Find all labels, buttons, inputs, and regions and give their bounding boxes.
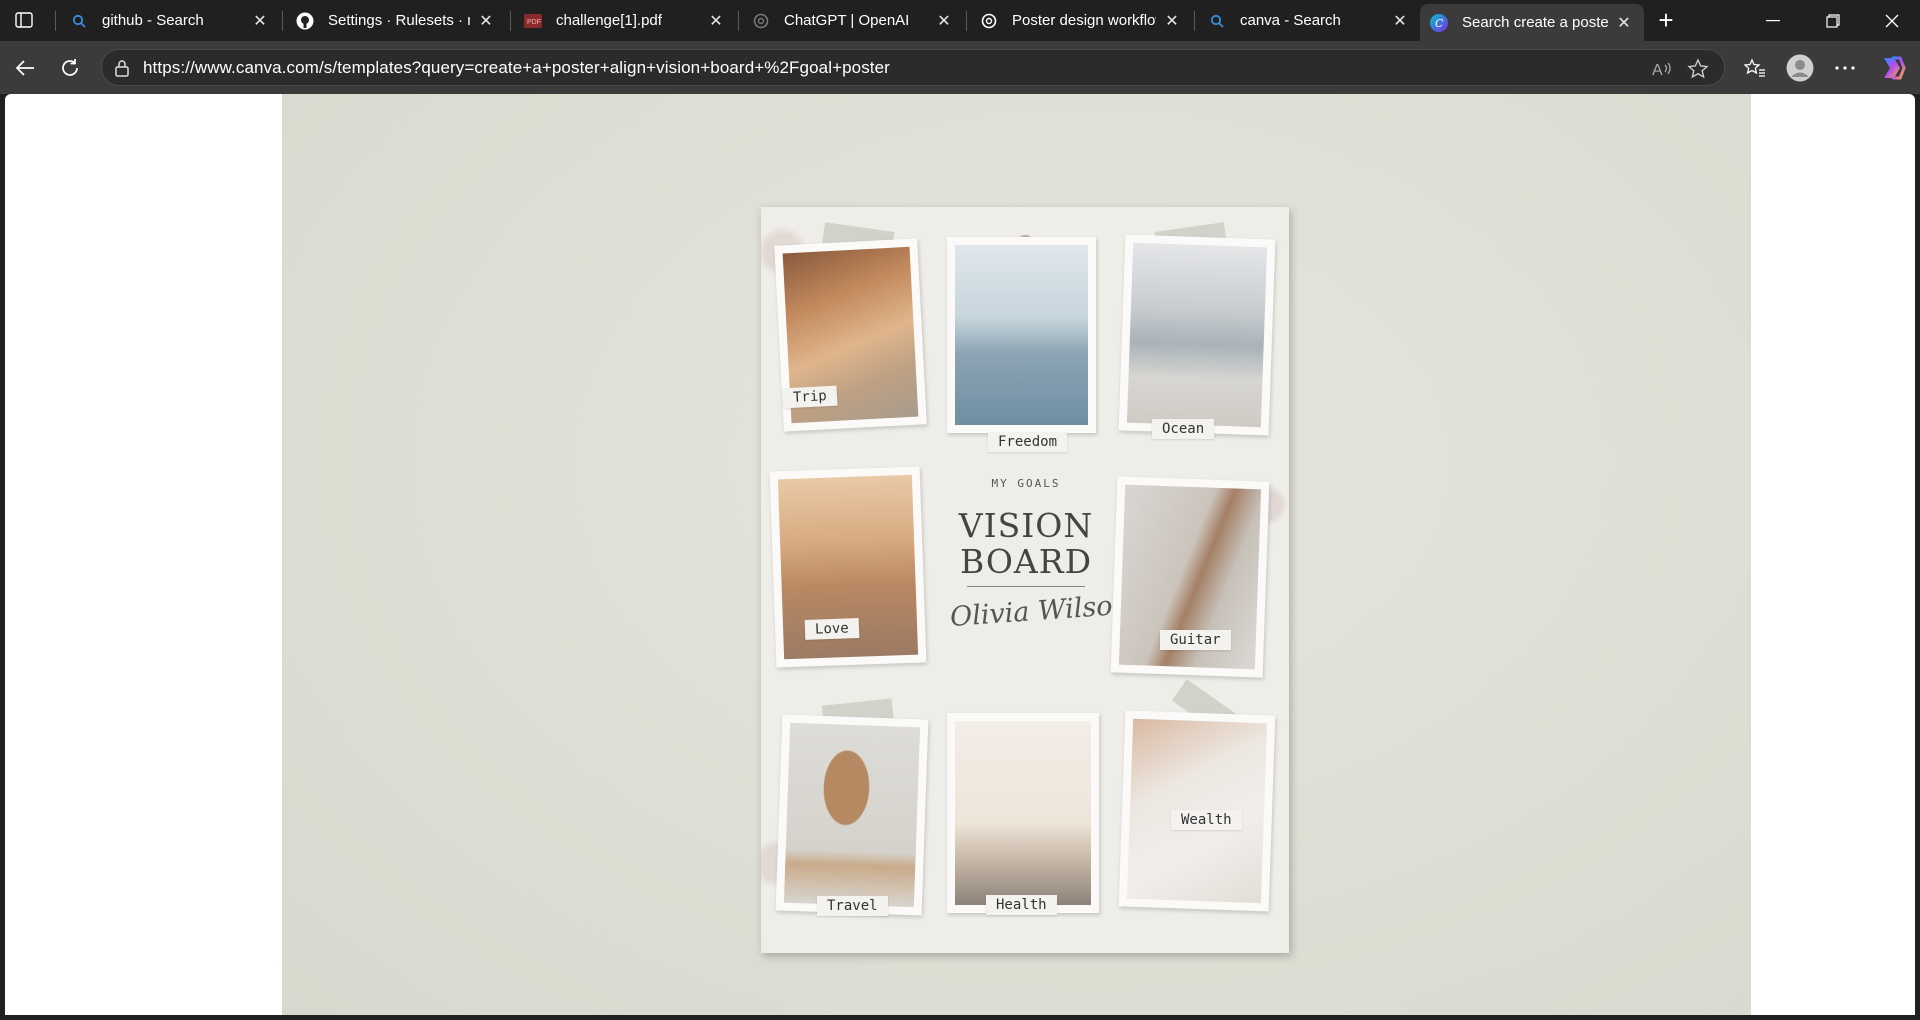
close-window-button[interactable] [1864,0,1920,41]
photo-label: Love [804,618,860,640]
tab-canva-search[interactable]: canva - Search ✕ [1198,4,1420,37]
close-icon[interactable]: ✕ [250,11,270,31]
title-line-2: BOARD [959,542,1093,581]
close-icon[interactable]: ✕ [476,11,496,31]
svg-text:C: C [1435,17,1444,30]
template-preview: Trip Freedom Ocean Love MY GOALS VISION … [282,94,1751,1015]
photo-label: Ocean [1152,419,1215,439]
tab-separator [1194,11,1195,31]
photo-label: Health [986,895,1057,915]
sailboat-image [955,245,1088,425]
tab-title: Poster design workflow [1012,12,1156,29]
restore-button[interactable] [1805,0,1861,41]
close-icon[interactable]: ✕ [1390,11,1410,31]
close-icon[interactable]: ✕ [934,11,954,31]
photo-label: Trip [782,385,838,409]
beach-woman-image [1126,242,1268,428]
close-icon[interactable]: ✕ [1614,13,1634,33]
tab-separator [55,11,56,31]
photo-label: Wealth [1171,810,1242,830]
kicker-text: MY GOALS [991,477,1061,490]
title-block: MY GOALS VISION BOARD Olivia Wilson [949,477,1131,633]
tab-chatgpt[interactable]: ChatGPT | OpenAI ✕ [742,4,964,37]
sidebar-toggle-icon[interactable] [12,9,36,31]
openai-icon [752,12,770,30]
minimize-button[interactable] [1745,0,1801,41]
tab-separator [282,11,283,31]
photo-health [947,713,1099,913]
photo-label: Guitar [1160,630,1231,650]
tab-poster-workflow[interactable]: Poster design workflow ✕ [970,4,1192,37]
title-divider [967,586,1085,587]
tab-github-settings[interactable]: Settings · Rulesets · my ✕ [286,4,506,37]
photo-ocean [1118,234,1276,436]
tab-title: challenge[1].pdf [556,12,662,29]
read-aloud-icon[interactable]: A [1650,57,1674,81]
favorite-star-icon[interactable] [1686,57,1710,81]
copilot-icon[interactable] [1876,52,1908,84]
tab-strip: github - Search ✕ Settings · Rulesets · … [0,0,1920,41]
tab-title: Search create a poster [1462,14,1608,31]
close-icon[interactable]: ✕ [706,11,726,31]
tab-separator [966,11,967,31]
back-button[interactable] [9,52,41,84]
title-line-1: VISION [958,506,1094,545]
lock-icon[interactable] [114,59,132,77]
photo-label: Travel [817,896,888,916]
browser-toolbar: https://www.canva.com/s/templates?query=… [0,41,1920,94]
vision-board-poster[interactable]: Trip Freedom Ocean Love MY GOALS VISION … [761,207,1289,953]
world-map-image [783,722,921,908]
poster-title: VISION BOARD [958,508,1094,580]
tab-separator [510,11,511,31]
profile-avatar-icon[interactable] [1784,52,1816,84]
favorites-icon[interactable] [1739,52,1771,84]
svg-text:A: A [1652,62,1663,79]
tab-pdf[interactable]: PDF challenge[1].pdf ✕ [514,4,736,37]
openai-icon [980,12,998,30]
canva-icon: C [1430,13,1448,32]
photo-label: Freedom [988,432,1068,452]
tab-canva-poster[interactable]: C Search create a poster ✕ [1420,4,1644,41]
yoga-image [955,721,1091,905]
pdf-icon: PDF [524,12,542,30]
signature-text: Olivia Wilson [949,589,1131,633]
tab-separator [738,11,739,31]
more-options-icon[interactable] [1829,52,1861,84]
address-bar[interactable]: https://www.canva.com/s/templates?query=… [101,49,1725,86]
svg-text:PDF: PDF [527,19,541,26]
tab-github-search[interactable]: github - Search ✕ [60,4,280,37]
tab-title: Settings · Rulesets · my [328,12,470,29]
github-icon [296,12,314,30]
url-text[interactable]: https://www.canva.com/s/templates?query=… [143,58,890,78]
tab-title: ChatGPT | OpenAI [784,12,910,29]
photo-freedom [947,237,1096,433]
new-tab-button[interactable]: + [1652,7,1680,34]
search-icon [70,12,88,30]
search-icon [1208,12,1226,30]
tab-title: canva - Search [1240,12,1341,29]
tab-title: github - Search [102,12,204,29]
refresh-button[interactable] [54,52,86,84]
close-icon[interactable]: ✕ [1162,11,1182,31]
photo-travel [775,714,929,916]
page-viewport: Trip Freedom Ocean Love MY GOALS VISION … [5,94,1915,1015]
